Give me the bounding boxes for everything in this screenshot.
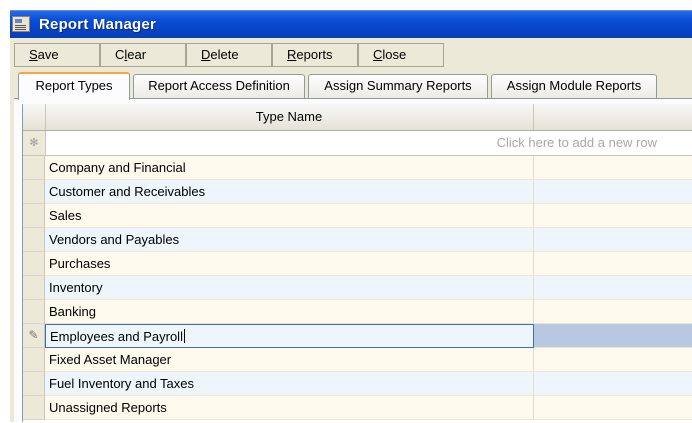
type-name-cell[interactable]: Employees and Payroll: [45, 324, 534, 348]
table-row[interactable]: ✎ Employees and Payroll: [23, 324, 692, 348]
blank-cell[interactable]: [534, 300, 692, 324]
clear-button[interactable]: Clear: [100, 43, 186, 67]
row-selector[interactable]: [23, 372, 45, 396]
blank-cell[interactable]: [534, 204, 692, 228]
save-button-access-key: S: [29, 47, 38, 62]
table-row[interactable]: Unassigned Reports: [23, 396, 692, 420]
title-bar: Report Manager: [10, 10, 692, 39]
row-selector[interactable]: [23, 252, 45, 276]
edit-pencil-icon[interactable]: ✎: [23, 324, 45, 348]
type-name-text: Fixed Asset Manager: [49, 352, 172, 367]
table-row[interactable]: Customer and Receivables: [23, 180, 692, 204]
type-name-cell[interactable]: Purchases: [45, 252, 534, 276]
blank-cell[interactable]: [534, 228, 692, 252]
type-name-cell[interactable]: Fuel Inventory and Taxes: [45, 372, 534, 396]
blank-cell[interactable]: [534, 276, 692, 300]
blank-cell[interactable]: [534, 324, 692, 348]
tab-label: Assign Module Reports: [506, 78, 642, 93]
type-name-text: Company and Financial: [49, 160, 186, 175]
delete-button[interactable]: Delete: [186, 43, 272, 67]
table-row[interactable]: Banking: [23, 300, 692, 324]
table-row[interactable]: Purchases: [23, 252, 692, 276]
table-row[interactable]: Fuel Inventory and Taxes: [23, 372, 692, 396]
column-header-blank[interactable]: [534, 104, 692, 130]
table-row[interactable]: Company and Financial: [23, 156, 692, 180]
new-row[interactable]: ✻ Click here to add a new row: [23, 131, 692, 156]
delete-button-access-key: D: [201, 47, 211, 62]
window-title: Report Manager: [39, 16, 156, 33]
row-selector[interactable]: [23, 300, 45, 324]
type-name-text: Unassigned Reports: [49, 400, 167, 415]
grid-header: Type Name: [23, 104, 692, 131]
type-name-cell[interactable]: Fixed Asset Manager: [45, 348, 534, 372]
type-name-text: Fuel Inventory and Taxes: [49, 376, 195, 391]
reports-button-access-key: R: [287, 47, 297, 62]
report-manager-app-icon[interactable]: [12, 16, 30, 32]
type-name-cell[interactable]: Customer and Receivables: [45, 180, 534, 204]
type-name-text: Sales: [49, 208, 82, 223]
text-cursor: [183, 329, 185, 343]
type-name-text: Employees and Payroll: [50, 329, 183, 344]
blank-cell[interactable]: [534, 372, 692, 396]
table-row[interactable]: Inventory: [23, 276, 692, 300]
row-selector[interactable]: [23, 348, 45, 372]
toolbar: Save Clear Delete Reports Close: [14, 43, 444, 67]
blank-cell[interactable]: [534, 396, 692, 420]
type-name-text: Customer and Receivables: [49, 184, 206, 199]
type-name-cell[interactable]: Vendors and Payables: [45, 228, 534, 252]
row-selector[interactable]: [23, 276, 45, 300]
type-name-text: Banking: [49, 304, 96, 319]
type-name-cell[interactable]: Banking: [45, 300, 534, 324]
row-selector[interactable]: [23, 180, 45, 204]
row-selector[interactable]: [23, 204, 45, 228]
new-row-icon: ✻: [23, 131, 46, 155]
new-row-hint: Click here to add a new row: [496, 135, 657, 150]
type-name-cell[interactable]: Inventory: [45, 276, 534, 300]
table-row[interactable]: Sales: [23, 204, 692, 228]
blank-cell[interactable]: [534, 348, 692, 372]
type-name-cell[interactable]: Unassigned Reports: [45, 396, 534, 420]
save-button-label: ave: [37, 47, 59, 62]
close-button[interactable]: Close: [358, 43, 444, 67]
row-selector[interactable]: [23, 228, 45, 252]
tab-label: Report Types: [35, 78, 113, 93]
header-row-selector[interactable]: [23, 104, 46, 130]
clear-button-label-pre: C: [115, 47, 125, 62]
type-name-text: Purchases: [49, 256, 111, 271]
column-header-type-name[interactable]: Type Name: [45, 104, 534, 130]
tab-label: Assign Summary Reports: [324, 78, 472, 93]
row-selector[interactable]: [23, 396, 45, 420]
close-button-label: lose: [382, 47, 407, 62]
report-types-grid: Type Name ✻ Click here to add a new row …: [22, 104, 692, 422]
blank-cell[interactable]: [534, 156, 692, 180]
tab-report-types[interactable]: Report Types: [18, 72, 130, 100]
table-row[interactable]: Vendors and Payables: [23, 228, 692, 252]
type-name-cell[interactable]: Sales: [45, 204, 534, 228]
tab-assign-module-reports[interactable]: Assign Module Reports: [491, 74, 657, 98]
reports-button[interactable]: Reports: [272, 43, 358, 67]
blank-cell[interactable]: [534, 252, 692, 276]
tab-label: Report Access Definition: [148, 78, 290, 93]
type-name-text: Inventory: [49, 280, 103, 295]
table-row[interactable]: Fixed Asset Manager: [23, 348, 692, 372]
type-name-cell[interactable]: Company and Financial: [45, 156, 534, 180]
clear-button-label: ear: [127, 47, 147, 62]
row-selector[interactable]: [23, 156, 45, 180]
close-button-access-key: C: [373, 47, 383, 62]
reports-button-label: eports: [296, 47, 333, 62]
type-name-text: Vendors and Payables: [49, 232, 180, 247]
blank-cell[interactable]: [534, 180, 692, 204]
tab-report-access-definition[interactable]: Report Access Definition: [133, 74, 305, 98]
save-button[interactable]: Save: [14, 43, 100, 67]
tab-assign-summary-reports[interactable]: Assign Summary Reports: [308, 74, 488, 98]
delete-button-label: elete: [210, 47, 239, 62]
